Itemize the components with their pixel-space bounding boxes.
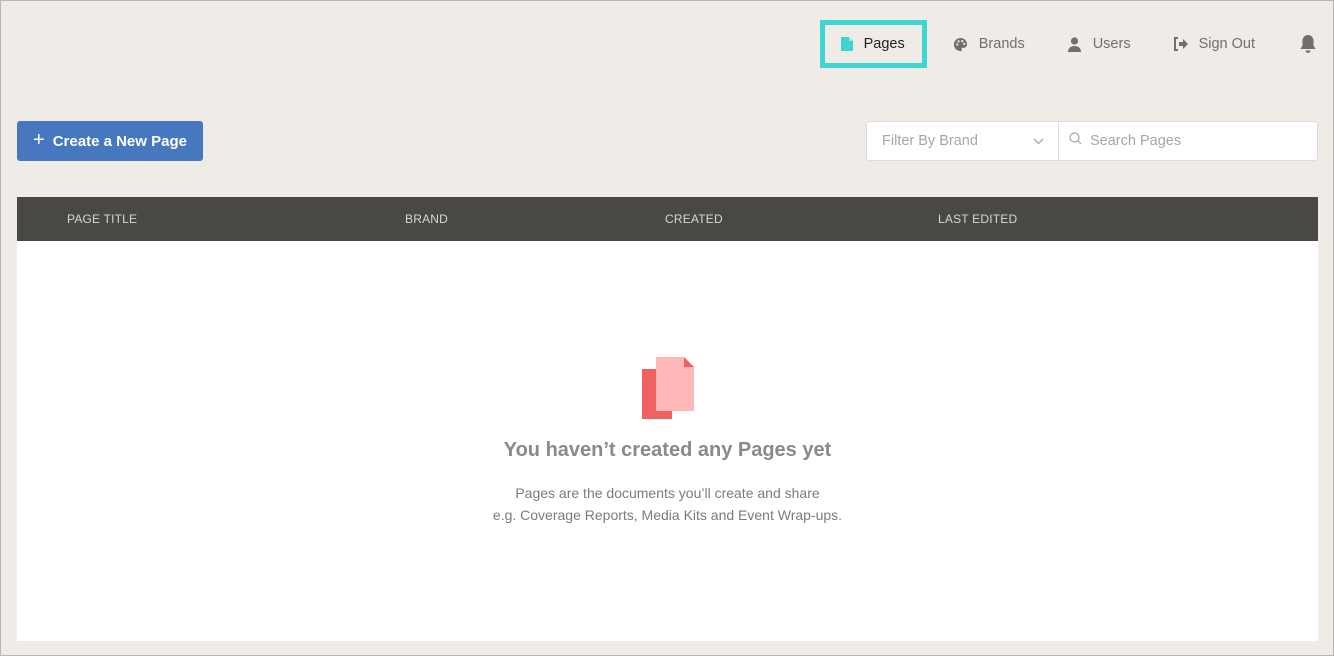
palette-icon <box>953 36 969 52</box>
nav-label-sign-out: Sign Out <box>1198 36 1255 52</box>
create-page-label: Create a New Page <box>52 132 187 150</box>
filter-brand-select[interactable]: Filter By Brand <box>867 122 1059 160</box>
empty-state-description: Pages are the documents you’ll create an… <box>17 482 1318 526</box>
documents-icon <box>641 357 694 419</box>
empty-state: You haven’t created any Pages yet Pages … <box>17 357 1318 526</box>
pages-table: PAGE TITLE BRAND CREATED LAST EDITED You… <box>17 197 1318 641</box>
file-icon <box>839 36 855 52</box>
app-window: Pages Brands Users Sign Out + Create a N… <box>0 0 1334 656</box>
nav-item-users[interactable]: Users <box>1051 20 1147 68</box>
plus-icon: + <box>33 128 45 151</box>
search-icon <box>1069 132 1082 150</box>
chevron-down-icon <box>1033 133 1044 149</box>
search-box <box>1059 122 1317 160</box>
column-header-last-edited[interactable]: LAST EDITED <box>938 212 1017 226</box>
notifications-button[interactable] <box>1279 20 1317 68</box>
nav-item-sign-out[interactable]: Sign Out <box>1157 20 1271 68</box>
empty-state-title: You haven’t created any Pages yet <box>503 439 832 461</box>
nav-label-brands: Brands <box>978 36 1025 52</box>
nav-label-users: Users <box>1092 36 1131 52</box>
table-header: PAGE TITLE BRAND CREATED LAST EDITED <box>17 197 1318 241</box>
sign-out-icon <box>1173 36 1189 52</box>
empty-state-line-1: Pages are the documents you’ll create an… <box>515 485 820 501</box>
filter-brand-placeholder: Filter By Brand <box>882 133 978 149</box>
search-input[interactable] <box>1090 133 1290 149</box>
nav-item-pages[interactable]: Pages <box>819 20 927 68</box>
nav-label-pages: Pages <box>863 36 905 52</box>
column-header-created[interactable]: CREATED <box>665 212 723 226</box>
user-icon <box>1067 36 1083 52</box>
create-page-button[interactable]: + Create a New Page <box>17 121 203 161</box>
top-nav: Pages Brands Users Sign Out <box>819 20 1317 68</box>
nav-item-brands[interactable]: Brands <box>937 20 1041 68</box>
bell-icon <box>1299 34 1317 54</box>
empty-state-line-2: e.g. Coverage Reports, Media Kits and Ev… <box>492 507 843 523</box>
column-header-brand[interactable]: BRAND <box>405 212 448 226</box>
filter-search-group: Filter By Brand <box>866 121 1318 161</box>
column-header-page-title[interactable]: PAGE TITLE <box>67 212 137 226</box>
